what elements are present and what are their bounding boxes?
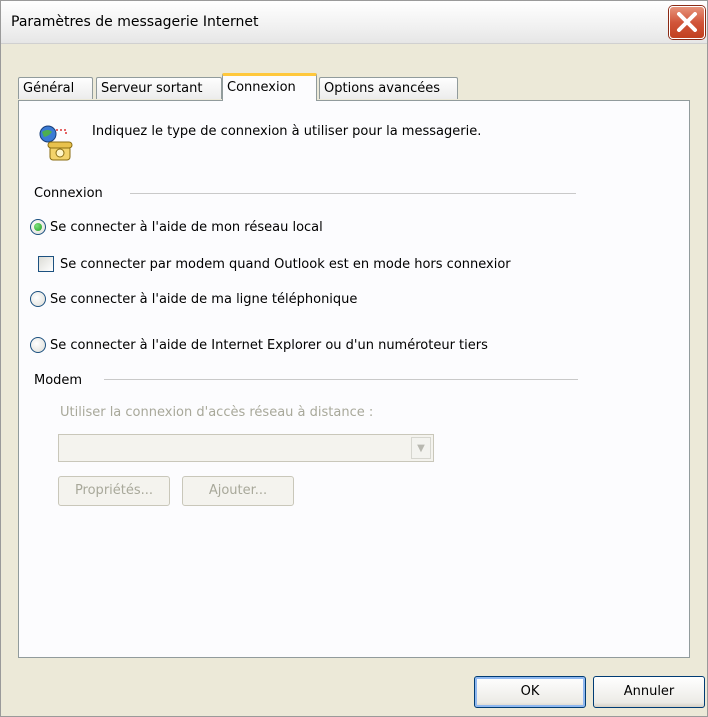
radio-ie-dialer[interactable]: Se connecter à l'aide de Internet Explor… [30, 337, 488, 353]
radio-ie-dialer-button[interactable] [30, 337, 46, 353]
connexion-group-label: Connexion [34, 186, 109, 201]
modem-group-divider [104, 379, 578, 380]
ok-button[interactable]: OK [474, 676, 586, 708]
tab-connexion-label: Connexion [227, 80, 296, 95]
close-button[interactable] [669, 6, 705, 39]
modem-group-label: Modem [34, 373, 89, 388]
radio-ie-dialer-label: Se connecter à l'aide de Internet Explor… [50, 337, 488, 353]
intro-text: Indiquez le type de connexion à utiliser… [92, 124, 482, 139]
window-title: Paramètres de messagerie Internet [11, 14, 259, 30]
radio-lan[interactable]: Se connecter à l'aide de mon réseau loca… [30, 219, 323, 235]
checkbox-modem-offline-label: Se connecter par modem quand Outlook est… [60, 256, 511, 272]
properties-button-label: Propriétés... [74, 483, 154, 498]
ok-button-label: OK [520, 684, 540, 699]
tab-connexion[interactable]: Connexion [222, 73, 317, 101]
checkbox-modem-offline-box[interactable] [38, 256, 54, 272]
chevron-down-icon[interactable]: ▼ [411, 437, 431, 459]
cancel-button-label: Annuler [623, 684, 675, 699]
network-phone-icon [36, 122, 82, 168]
tab-general[interactable]: Général [18, 77, 93, 99]
radio-lan-button[interactable] [30, 219, 46, 235]
radio-phone-line[interactable]: Se connecter à l'aide de ma ligne téléph… [30, 291, 357, 307]
radio-phone-line-button[interactable] [30, 291, 46, 307]
radio-lan-label: Se connecter à l'aide de mon réseau loca… [50, 219, 323, 235]
tab-outgoing-server[interactable]: Serveur sortant [96, 77, 222, 99]
connexion-group-divider [130, 193, 576, 194]
checkbox-modem-offline[interactable]: Se connecter par modem quand Outlook est… [38, 256, 511, 272]
dialup-connection-select[interactable]: ▼ [58, 434, 434, 462]
tab-outgoing-server-label: Serveur sortant [101, 81, 203, 96]
close-icon [677, 12, 697, 32]
tab-advanced-options-label: Options avancées [324, 81, 441, 96]
title-bar[interactable]: Paramètres de messagerie Internet [1, 1, 707, 44]
add-button-label: Ajouter... [208, 483, 268, 498]
dialup-connection-label: Utiliser la connexion d'accès réseau à d… [60, 405, 374, 420]
cancel-button[interactable]: Annuler [593, 676, 705, 708]
radio-phone-line-label: Se connecter à l'aide de ma ligne téléph… [50, 291, 358, 307]
tab-general-label: Général [23, 81, 75, 96]
tab-advanced-options[interactable]: Options avancées [319, 77, 458, 99]
add-button[interactable]: Ajouter... [182, 476, 294, 506]
properties-button[interactable]: Propriétés... [58, 476, 170, 506]
